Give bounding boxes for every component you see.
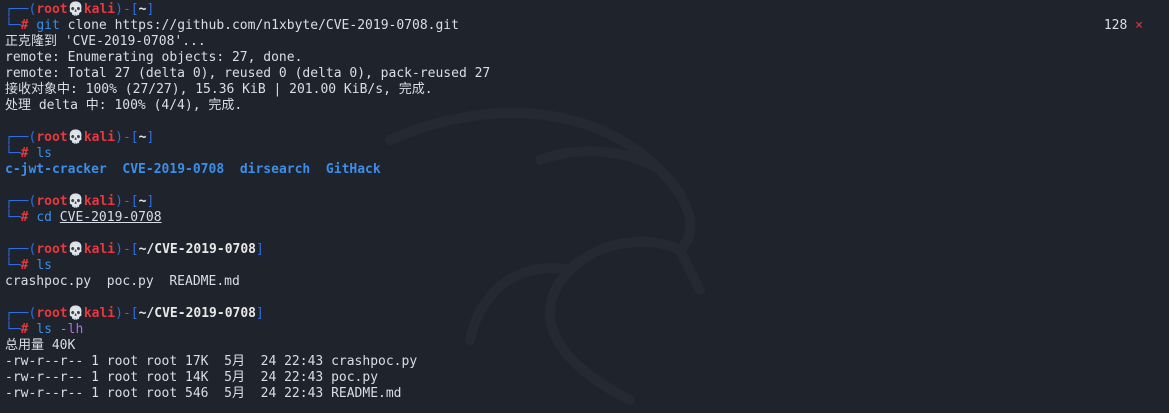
output-line: crashpoc.py poc.py README.md — [5, 274, 240, 289]
command-args: CVE-2019-0708 — [59, 210, 162, 225]
output-line: -rw-r--r-- 1 root root 546 5月 24 22:43 R… — [5, 386, 402, 401]
prompt-user: root — [36, 2, 68, 17]
prompt-host: kali — [83, 242, 116, 257]
prompt-line: ┌──(root💀kali)-[~/CVE-2019-0708] — [5, 306, 264, 321]
command-name: ls — [36, 322, 52, 337]
output-line: remote: Enumerating objects: 27, done. — [5, 50, 303, 65]
prompt-hash: # — [20, 258, 29, 273]
prompt-user: root — [36, 194, 68, 209]
output-line: remote: Total 27 (delta 0), reused 0 (de… — [5, 66, 491, 81]
prompt-user: root — [36, 242, 68, 257]
output-line: -rw-r--r-- 1 root root 14K 5月 24 22:43 p… — [5, 370, 379, 385]
prompt-line: ┌──(root💀kali)-[~] — [5, 130, 155, 145]
output-line: 接收对象中: 100% (27/27), 15.36 KiB | 201.00 … — [5, 82, 433, 97]
directory-entry: c-jwt-cracker — [5, 162, 107, 177]
command-line: └─# ls — [5, 146, 52, 161]
skull-icon: 💀 — [67, 130, 84, 145]
prompt-hash: # — [20, 146, 29, 161]
skull-icon: 💀 — [67, 242, 84, 257]
directory-entry: CVE-2019-0708 — [122, 162, 225, 177]
prompt-cwd: ~/CVE-2019-0708 — [138, 306, 257, 321]
ls-output-line: c-jwt-cracker CVE-2019-0708 dirsearch Gi… — [5, 162, 1169, 178]
output-line: 正克隆到 'CVE-2019-0708'... — [5, 34, 206, 49]
command-line: └─# ls -lh — [5, 322, 84, 337]
command-name: ls — [36, 258, 52, 273]
prompt-host: kali — [83, 130, 116, 145]
prompt-line: ┌──(root💀kali)-[~] — [5, 194, 155, 209]
skull-icon: 💀 — [67, 194, 84, 209]
output-line: -rw-r--r-- 1 root root 17K 5月 24 22:43 c… — [5, 354, 418, 369]
prompt-host: kali — [83, 2, 116, 17]
command-name: ls — [36, 146, 52, 161]
prompt-hash: # — [20, 18, 29, 33]
output-line: 总用量 40K — [5, 338, 76, 353]
directory-entry: dirsearch — [239, 162, 311, 177]
skull-icon: 💀 — [67, 2, 84, 17]
prompt-host: kali — [83, 306, 116, 321]
command-args: clone https://github.com/n1xbyte/CVE-201… — [67, 18, 459, 33]
command-line: └─# git clone https://github.com/n1xbyte… — [5, 18, 459, 33]
prompt-host: kali — [83, 194, 116, 209]
prompt-user: root — [36, 306, 68, 321]
skull-icon: 💀 — [67, 306, 84, 321]
command-name: cd — [36, 210, 52, 225]
command-name: git — [36, 18, 60, 33]
terminal-window[interactable]: 128 × ┌──(root💀kali)-[~] └─# git clone h… — [0, 0, 1169, 413]
command-flags: -lh — [59, 322, 84, 337]
prompt-hash: # — [20, 322, 29, 337]
prompt-hash: # — [20, 210, 29, 225]
command-line: └─# cd CVE-2019-0708 — [5, 210, 162, 225]
directory-entry: GitHack — [325, 162, 381, 177]
prompt-line: ┌──(root💀kali)-[~/CVE-2019-0708] — [5, 242, 264, 257]
command-line: └─# ls — [5, 258, 52, 273]
output-line: 处理 delta 中: 100% (4/4), 完成. — [5, 98, 243, 113]
prompt-user: root — [36, 130, 68, 145]
prompt-cwd: ~/CVE-2019-0708 — [138, 242, 257, 257]
terminal-output: ┌──(root💀kali)-[~] └─# git clone https:/… — [5, 2, 1169, 402]
prompt-line: ┌──(root💀kali)-[~] — [5, 2, 155, 17]
